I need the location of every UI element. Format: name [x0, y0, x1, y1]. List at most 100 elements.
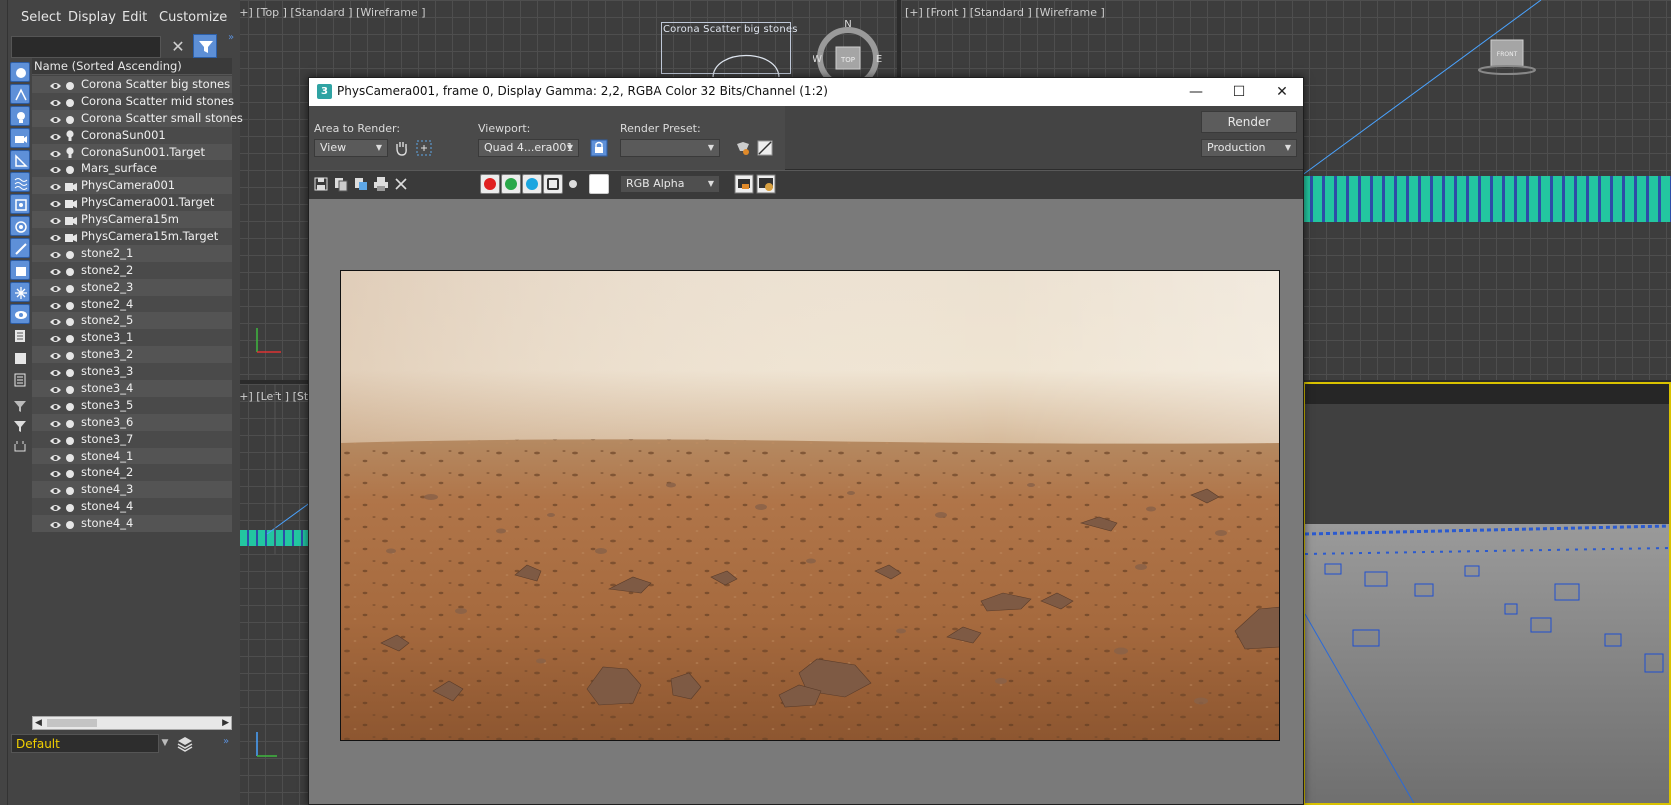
render-preset-dropdown[interactable]: ▼ [620, 139, 720, 157]
area-to-render-dropdown[interactable]: View ▼ [314, 139, 388, 157]
production-dropdown[interactable]: Production ▼ [1201, 139, 1297, 157]
horizontal-scrollbar[interactable]: ◀ ▶ [32, 716, 232, 730]
layers-icon[interactable] [176, 735, 194, 753]
filter-alt-icon[interactable] [10, 416, 30, 436]
list-item[interactable]: stone2_5 [32, 312, 232, 330]
name-column-header[interactable]: Name (Sorted Ascending) [32, 58, 232, 75]
perspective-viewport[interactable] [1303, 382, 1671, 805]
object-name: stone2_3 [81, 279, 134, 294]
list-item[interactable]: stone2_3 [32, 278, 232, 296]
display-frozen-button[interactable] [10, 282, 30, 302]
list-item[interactable]: stone4_1 [32, 447, 232, 465]
list-item[interactable]: PhysCamera001 [32, 177, 232, 195]
list-item[interactable]: stone3_7 [32, 430, 232, 448]
display-channel-dropdown[interactable]: RGB Alpha ▼ [620, 175, 720, 193]
list-item[interactable]: stone3_1 [32, 329, 232, 347]
display-bones-button[interactable] [10, 238, 30, 258]
close-button[interactable]: ✕ [1268, 82, 1296, 102]
list-item[interactable]: stone2_1 [32, 244, 232, 262]
menu-display[interactable]: Display [68, 10, 116, 25]
display-xrefs-button[interactable] [10, 216, 30, 236]
lock-icon[interactable] [590, 139, 608, 157]
current-layer-field[interactable]: Default [11, 734, 159, 753]
list-item[interactable]: stone2_4 [32, 295, 232, 313]
list-item[interactable]: stone3_3 [32, 363, 232, 381]
list-item[interactable]: PhysCamera15m.Target [32, 228, 232, 245]
display-lights-button[interactable] [10, 106, 30, 126]
list-item[interactable]: Corona Scatter big stones [32, 76, 232, 93]
list-item[interactable]: PhysCamera001.Target [32, 194, 232, 212]
render-button[interactable]: Render [1201, 111, 1297, 133]
environment-effects-icon[interactable] [756, 139, 774, 157]
expand-panel-icon[interactable]: » [228, 32, 234, 43]
menu-edit[interactable]: Edit [122, 10, 147, 25]
swatch-color-button[interactable] [589, 174, 609, 194]
list-item[interactable]: stone4_2 [32, 464, 232, 482]
scroll-right-icon[interactable]: ▶ [222, 717, 229, 729]
render-settings-bar: Area to Render: View ▼ Viewport: Quad 4..… [309, 106, 1303, 170]
print-icon[interactable] [373, 176, 389, 192]
hand-pan-icon[interactable] [393, 139, 411, 157]
list-item[interactable]: stone2_2 [32, 261, 232, 279]
chevron-down-icon: ▼ [566, 143, 573, 152]
display-shapes-button[interactable] [10, 84, 30, 104]
display-all-button[interactable] [10, 326, 30, 346]
expand-panel-bottom-icon[interactable]: » [223, 736, 229, 747]
list-item[interactable]: stone3_6 [32, 413, 232, 431]
maximize-button[interactable]: ☐ [1225, 82, 1253, 102]
list-item[interactable]: stone4_3 [32, 481, 232, 499]
copy-image-icon[interactable] [333, 176, 349, 192]
save-image-icon[interactable] [313, 176, 329, 192]
list-item[interactable]: CoronaSun001 [32, 126, 232, 144]
layer-link-icon[interactable] [10, 436, 30, 456]
frame-window-titlebar[interactable]: 3 PhysCamera001, frame 0, Display Gamma:… [309, 78, 1303, 106]
scrollbar-thumb[interactable] [47, 719, 97, 727]
minimize-button[interactable]: — [1182, 82, 1210, 102]
object-name: PhysCamera001.Target [81, 195, 215, 210]
display-groups-button[interactable] [10, 194, 30, 214]
menu-customize[interactable]: Customize [159, 10, 227, 25]
viewport-dropdown[interactable]: Quad 4...era001 ▼ [478, 139, 579, 157]
frame-window-toggle-icon[interactable] [734, 174, 754, 194]
list-item[interactable]: CoronaSun001.Target [32, 143, 232, 161]
alpha-channel-toggle[interactable] [543, 174, 563, 194]
filter-toggle-button[interactable] [193, 34, 217, 58]
display-invert-button[interactable] [10, 370, 30, 390]
blue-channel-toggle[interactable] [522, 174, 542, 194]
clone-frame-icon[interactable] [353, 176, 369, 192]
top-viewport-label[interactable]: [+] [Top ] [Standard ] [Wireframe ] [235, 6, 426, 19]
terrain-wireframe [1301, 176, 1671, 222]
render-canvas[interactable] [309, 199, 1303, 804]
filter-tool-icon[interactable] [10, 396, 30, 416]
clear-icon[interactable] [393, 176, 409, 192]
scene-search-input[interactable] [11, 36, 161, 58]
display-geometry-button[interactable] [10, 62, 30, 82]
green-channel-toggle[interactable] [501, 174, 521, 194]
rendered-frame-window[interactable]: 3 PhysCamera001, frame 0, Display Gamma:… [308, 77, 1304, 805]
chevron-down-icon[interactable]: ▼ [159, 734, 171, 753]
list-item[interactable]: Mars_surface [32, 160, 232, 178]
display-spacewarps-button[interactable] [10, 172, 30, 192]
red-channel-toggle[interactable] [480, 174, 500, 194]
clear-search-icon[interactable]: ✕ [167, 36, 189, 58]
render-setup-icon[interactable] [734, 139, 752, 157]
list-item[interactable]: stone4_4 [32, 515, 232, 533]
list-item[interactable]: PhysCamera15m [32, 211, 232, 229]
monochrome-icon[interactable] [565, 176, 581, 192]
display-none-button[interactable] [10, 348, 30, 368]
display-cameras-button[interactable] [10, 128, 30, 148]
scroll-left-icon[interactable]: ◀ [35, 717, 42, 729]
display-containers-button[interactable] [10, 260, 30, 280]
display-helpers-button[interactable] [10, 150, 30, 170]
object-name: stone3_7 [81, 431, 134, 446]
list-item[interactable]: stone3_2 [32, 346, 232, 364]
list-item[interactable]: stone3_5 [32, 396, 232, 414]
list-item[interactable]: stone4_4 [32, 498, 232, 516]
corona-vfb-icon[interactable] [756, 174, 776, 194]
list-item[interactable]: stone3_4 [32, 380, 232, 397]
display-hidden-button[interactable] [10, 304, 30, 324]
menu-select[interactable]: Select [21, 10, 61, 25]
region-select-icon[interactable] [415, 139, 433, 157]
list-item[interactable]: Corona Scatter small stones [32, 109, 243, 127]
list-item[interactable]: Corona Scatter mid stones [32, 92, 234, 110]
